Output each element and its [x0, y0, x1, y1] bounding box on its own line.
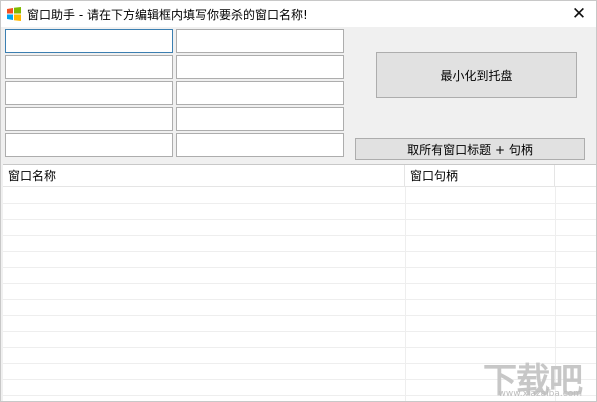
watermark-url: www.xiazaiba.com	[498, 389, 582, 399]
list-row-line	[3, 332, 596, 348]
window-title: 窗口助手 - 请在下方编辑框内填写你要杀的窗口名称!	[27, 8, 308, 22]
window-name-edit-7[interactable]	[5, 107, 173, 131]
main-window: 窗口助手 - 请在下方编辑框内填写你要杀的窗口名称! ✕ 最小化到托盘 取所有窗…	[0, 0, 597, 402]
get-all-titles-button[interactable]: 取所有窗口标题 + 句柄	[355, 138, 585, 160]
windows-logo-icon	[7, 7, 21, 21]
column-header-window-handle[interactable]: 窗口句柄	[405, 165, 555, 187]
window-name-edit-9[interactable]	[5, 133, 173, 157]
list-row-line	[3, 204, 596, 220]
list-row-line	[3, 268, 596, 284]
column-header-filler	[555, 165, 596, 187]
list-row-line	[3, 252, 596, 268]
window-name-edit-4[interactable]	[176, 55, 344, 79]
list-row-line	[3, 284, 596, 300]
list-row-line	[3, 188, 596, 204]
window-name-edit-2[interactable]	[176, 29, 344, 53]
list-row-line	[3, 236, 596, 252]
window-name-edit-1[interactable]	[5, 29, 173, 53]
minimize-to-tray-button[interactable]: 最小化到托盘	[376, 52, 577, 98]
list-row-line	[3, 220, 596, 236]
watermark: 下载吧 www.xiazaiba.com	[456, 353, 586, 401]
window-name-edit-10[interactable]	[176, 133, 344, 157]
client-area: 最小化到托盘 取所有窗口标题 + 句柄 窗口名称 窗口句柄 下载吧 www.xi…	[1, 27, 596, 401]
window-name-edit-8[interactable]	[176, 107, 344, 131]
get-all-titles-label: 取所有窗口标题 + 句柄	[407, 142, 533, 157]
column-divider	[405, 187, 406, 401]
list-header: 窗口名称 窗口句柄	[3, 165, 596, 187]
window-name-edit-6[interactable]	[176, 81, 344, 105]
title-bar[interactable]: 窗口助手 - 请在下方编辑框内填写你要杀的窗口名称! ✕	[1, 1, 596, 27]
column-header-window-name[interactable]: 窗口名称	[3, 165, 405, 187]
window-name-edit-5[interactable]	[5, 81, 173, 105]
list-row-line	[3, 300, 596, 316]
window-name-edit-3[interactable]	[5, 55, 173, 79]
close-button[interactable]: ✕	[562, 1, 596, 27]
window-list[interactable]: 窗口名称 窗口句柄 下载吧 www.xiazaiba.com	[3, 164, 596, 401]
list-row-line	[3, 316, 596, 332]
minimize-to-tray-label: 最小化到托盘	[440, 68, 513, 83]
close-icon: ✕	[571, 4, 587, 24]
